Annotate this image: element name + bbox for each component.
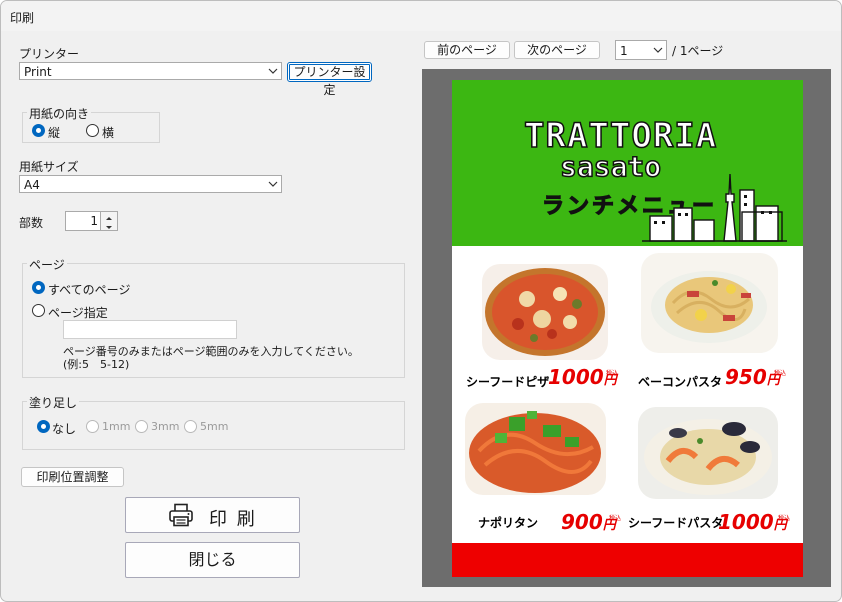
city-skyline-icon [642, 173, 787, 242]
dish-price-3: 900円 [561, 510, 616, 534]
print-position-adjust-button[interactable]: 印刷位置調整 [21, 467, 124, 487]
chevron-down-icon [106, 226, 112, 229]
bleed-1mm-radio [86, 420, 99, 433]
title-bar: 印刷 [1, 1, 841, 31]
bleed-none-radio[interactable] [37, 420, 50, 433]
chevron-down-icon [268, 181, 278, 187]
dish-price-2: 950円 [725, 365, 780, 389]
chevron-down-icon [268, 68, 278, 74]
preview-page: TRATTORIA sasato ランチメニュー シーフードピザ 1000円 税… [452, 80, 803, 577]
dish-tax-1: 税込 [606, 370, 619, 377]
pages-legend: ページ [27, 256, 67, 273]
dish-name-1: シーフードピザ [466, 375, 550, 389]
seafood-pasta-photo [638, 407, 778, 499]
seafood-pizza-photo [482, 264, 608, 360]
bleed-legend: 塗り足し [27, 394, 80, 411]
print-button[interactable]: 印 刷 [125, 497, 300, 533]
paper-size-select[interactable]: A4 [19, 175, 282, 193]
dish-tax-3: 税込 [609, 515, 622, 522]
dish-price-4: 1000円 [718, 510, 787, 534]
prev-page-button[interactable]: 前のページ [424, 41, 510, 59]
dish-tax-2: 税込 [774, 370, 787, 377]
bleed-5mm-label: 5mm [200, 420, 229, 433]
pages-specify-radio[interactable] [32, 304, 45, 317]
orientation-landscape-label: 横 [102, 126, 115, 140]
window-title: 印刷 [10, 11, 35, 25]
printer-icon [169, 503, 193, 527]
bleed-5mm-radio [184, 420, 197, 433]
close-button[interactable]: 閉じる [125, 542, 300, 578]
printer-label: プリンター [19, 47, 80, 61]
bacon-pasta-photo [641, 253, 778, 353]
next-page-button[interactable]: 次のページ [514, 41, 600, 59]
dish-name-2: ベーコンパスタ [638, 375, 723, 389]
page-total-label: / 1ページ [672, 44, 724, 58]
copies-spinner[interactable]: 1 [65, 211, 118, 231]
menu-footer-bar [452, 543, 803, 577]
bleed-none-label: なし [52, 422, 77, 436]
paper-size-select-value: A4 [24, 178, 40, 192]
orientation-portrait-radio[interactable] [32, 124, 45, 137]
page-range-example: (例:5 5-12) [63, 358, 130, 371]
bleed-1mm-label: 1mm [102, 420, 131, 433]
bleed-3mm-radio [135, 420, 148, 433]
bleed-3mm-label: 3mm [151, 420, 180, 433]
dish-name-3: ナポリタン [478, 516, 539, 530]
copies-label: 部数 [19, 216, 44, 230]
print-button-label: 印 刷 [209, 509, 257, 530]
pages-all-radio[interactable] [32, 281, 45, 294]
menu-header: TRATTORIA sasato ランチメニュー [452, 80, 803, 246]
printer-select[interactable]: Print [19, 62, 282, 80]
page-range-input[interactable] [63, 320, 237, 339]
pages-specify-label: ページ指定 [48, 306, 108, 320]
dish-tax-4: 税込 [778, 515, 791, 522]
orientation-portrait-label: 縦 [48, 126, 61, 140]
printer-settings-button[interactable]: プリンター設定 [287, 62, 372, 97]
copies-value: 1 [90, 214, 98, 228]
page-select-value: 1 [620, 44, 628, 58]
print-dialog: 印刷 プリンター Print プリンター設定 用紙の向き 縦 横 用紙サイズ A… [0, 0, 842, 602]
orientation-landscape-radio[interactable] [86, 124, 99, 137]
chevron-down-icon [653, 47, 663, 53]
dish-name-4: シーフードパスタ [628, 516, 724, 530]
orientation-legend: 用紙の向き [27, 105, 92, 122]
printer-select-value: Print [24, 65, 52, 79]
pages-all-label: すべてのページ [48, 283, 131, 297]
paper-size-label: 用紙サイズ [19, 160, 79, 174]
page-select[interactable]: 1 [615, 40, 667, 60]
copies-down-button[interactable] [100, 221, 117, 230]
napolitan-photo [465, 403, 606, 495]
